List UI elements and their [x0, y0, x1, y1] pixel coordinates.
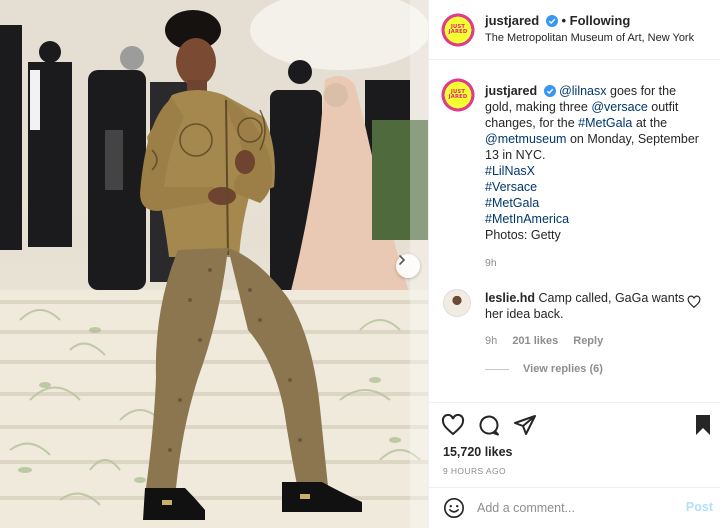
- comment-meta: 9h 201 likes Reply: [485, 335, 615, 347]
- heart-icon[interactable]: [441, 413, 465, 437]
- hashtag-metinamerica[interactable]: #MetInAmerica: [485, 212, 569, 226]
- location-link[interactable]: The Metropolitan Museum of Art, New York: [485, 32, 694, 44]
- heart-icon[interactable]: [687, 295, 701, 309]
- mention-lilnasx[interactable]: @lilnasx: [559, 84, 606, 98]
- author-avatar[interactable]: JUST JARED: [441, 13, 475, 47]
- comments-area[interactable]: JUST JARED justjared @lilnasx goes for t…: [429, 61, 720, 401]
- bookmark-icon[interactable]: [691, 413, 715, 437]
- post-header: JUST JARED justjared • Following The Met…: [429, 0, 720, 60]
- verified-badge-icon: [543, 85, 556, 97]
- hashtag-metgala[interactable]: #MetGala: [485, 196, 539, 210]
- hashtag-versace[interactable]: #Versace: [485, 180, 537, 194]
- view-replies-button[interactable]: View replies (6): [485, 363, 603, 375]
- replies-divider: [485, 368, 509, 370]
- caption-avatar-logo-text-bottom: JARED: [448, 94, 468, 100]
- commenter-avatar[interactable]: [443, 289, 471, 317]
- next-photo-button[interactable]: [396, 254, 420, 278]
- paper-plane-icon[interactable]: [513, 413, 537, 437]
- verified-badge-icon: [545, 15, 558, 27]
- mention-metmuseum[interactable]: @metmuseum: [485, 132, 566, 146]
- smiley-icon[interactable]: [443, 497, 465, 519]
- speech-bubble-icon[interactable]: [477, 413, 501, 437]
- comment-input[interactable]: [477, 497, 673, 519]
- hashtag-lilnasx[interactable]: #LilNasX: [485, 164, 535, 178]
- post-photo[interactable]: [0, 0, 428, 528]
- post-actions: 15,720 likes 9 HOURS AGO: [429, 402, 720, 486]
- comment-timestamp: 9h: [485, 335, 498, 347]
- view-replies-label: View replies (6): [523, 363, 603, 375]
- hashtag-metgala-inline[interactable]: #MetGala: [578, 116, 632, 130]
- mention-versace[interactable]: @versace: [591, 100, 647, 114]
- post-detail-panel: JUST JARED justjared • Following The Met…: [428, 0, 720, 528]
- author-username[interactable]: justjared: [485, 13, 539, 28]
- avatar-logo-text-bottom: JARED: [448, 29, 468, 35]
- post-caption: justjared @lilnasx goes for the gold, ma…: [485, 83, 705, 243]
- commenter-username[interactable]: leslie.hd: [485, 291, 535, 305]
- chevron-right-icon: [399, 255, 406, 265]
- caption-username[interactable]: justjared: [485, 84, 537, 98]
- reply-button[interactable]: Reply: [573, 335, 603, 347]
- caption-author-avatar[interactable]: JUST JARED: [441, 78, 475, 112]
- caption-timestamp: 9h: [485, 257, 497, 269]
- like-count[interactable]: 15,720 likes: [443, 445, 513, 459]
- post-timestamp: 9 HOURS AGO: [443, 466, 506, 476]
- post-photo-illustration: [0, 0, 428, 528]
- following-button[interactable]: Following: [570, 13, 631, 28]
- comment-body: leslie.hd Camp called, GaGa wants her id…: [485, 290, 685, 322]
- photo-credit: Photos: Getty: [485, 228, 561, 242]
- comment-likes[interactable]: 201 likes: [512, 335, 558, 347]
- post-comment-button[interactable]: Post: [686, 500, 713, 514]
- caption-text-3: at the: [635, 116, 668, 130]
- follow-separator: •: [561, 13, 566, 28]
- add-comment-bar: Post: [429, 487, 720, 528]
